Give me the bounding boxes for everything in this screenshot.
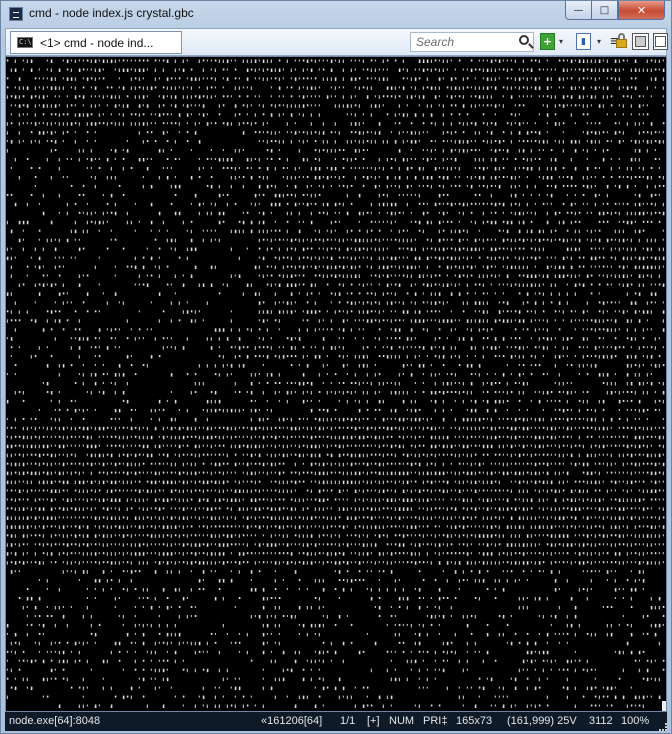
status-priority: PRI‡ xyxy=(423,715,448,727)
panes-dropdown-icon[interactable]: ▾ xyxy=(594,33,604,50)
close-button[interactable]: ✕ xyxy=(618,1,665,20)
status-num: NUM xyxy=(389,715,415,727)
status-position: «161206[64] xyxy=(261,715,323,727)
maximize-pane-icon[interactable] xyxy=(653,33,668,50)
search-input[interactable]: Search xyxy=(410,32,534,52)
panes-icon[interactable]: ▮ xyxy=(576,33,591,50)
console-toolbar: C:\ <1> cmd - node ind... Search + ▾ ▮ ▾… xyxy=(5,28,668,56)
search-placeholder: Search xyxy=(416,35,455,49)
status-coords: (161,999) 25V xyxy=(507,715,577,727)
window-title: cmd - node index.js crystal.gbc xyxy=(29,6,194,20)
maximize-button[interactable]: □ xyxy=(591,1,618,20)
view-toggle-icon[interactable] xyxy=(632,33,649,50)
cmd-icon: C:\ xyxy=(17,37,33,48)
minimize-button[interactable]: — xyxy=(565,1,592,20)
status-insert: [+] xyxy=(367,715,380,727)
status-size: 165x73 xyxy=(456,715,493,727)
new-console-dropdown-icon[interactable]: ▾ xyxy=(556,33,566,50)
title-bar[interactable]: cmd - node index.js crystal.gbc — □ ✕ xyxy=(1,1,671,27)
search-icon[interactable] xyxy=(519,35,529,45)
resize-grip-icon[interactable] xyxy=(659,723,667,731)
tab-label: <1> cmd - node ind... xyxy=(40,35,154,50)
status-zoom: 100% xyxy=(621,715,650,727)
console-app-icon[interactable] xyxy=(9,7,23,21)
lock-icon[interactable] xyxy=(615,33,629,50)
console-window: cmd - node index.js crystal.gbc — □ ✕ C:… xyxy=(0,0,672,734)
scrollbar-thumb[interactable] xyxy=(662,701,666,711)
new-console-button[interactable]: + xyxy=(540,33,555,50)
status-pid: 3112 xyxy=(589,715,613,727)
ascii-art-game-screen xyxy=(6,59,665,708)
status-process[interactable]: node.exe[64]:8048 xyxy=(9,715,100,727)
status-bar: node.exe[64]:8048 «161206[64] 1/1 [+] NU… xyxy=(5,712,667,731)
status-page: 1/1 xyxy=(340,715,356,727)
console-output[interactable] xyxy=(5,56,667,712)
tab-console-1[interactable]: C:\ <1> cmd - node ind... xyxy=(10,31,182,54)
